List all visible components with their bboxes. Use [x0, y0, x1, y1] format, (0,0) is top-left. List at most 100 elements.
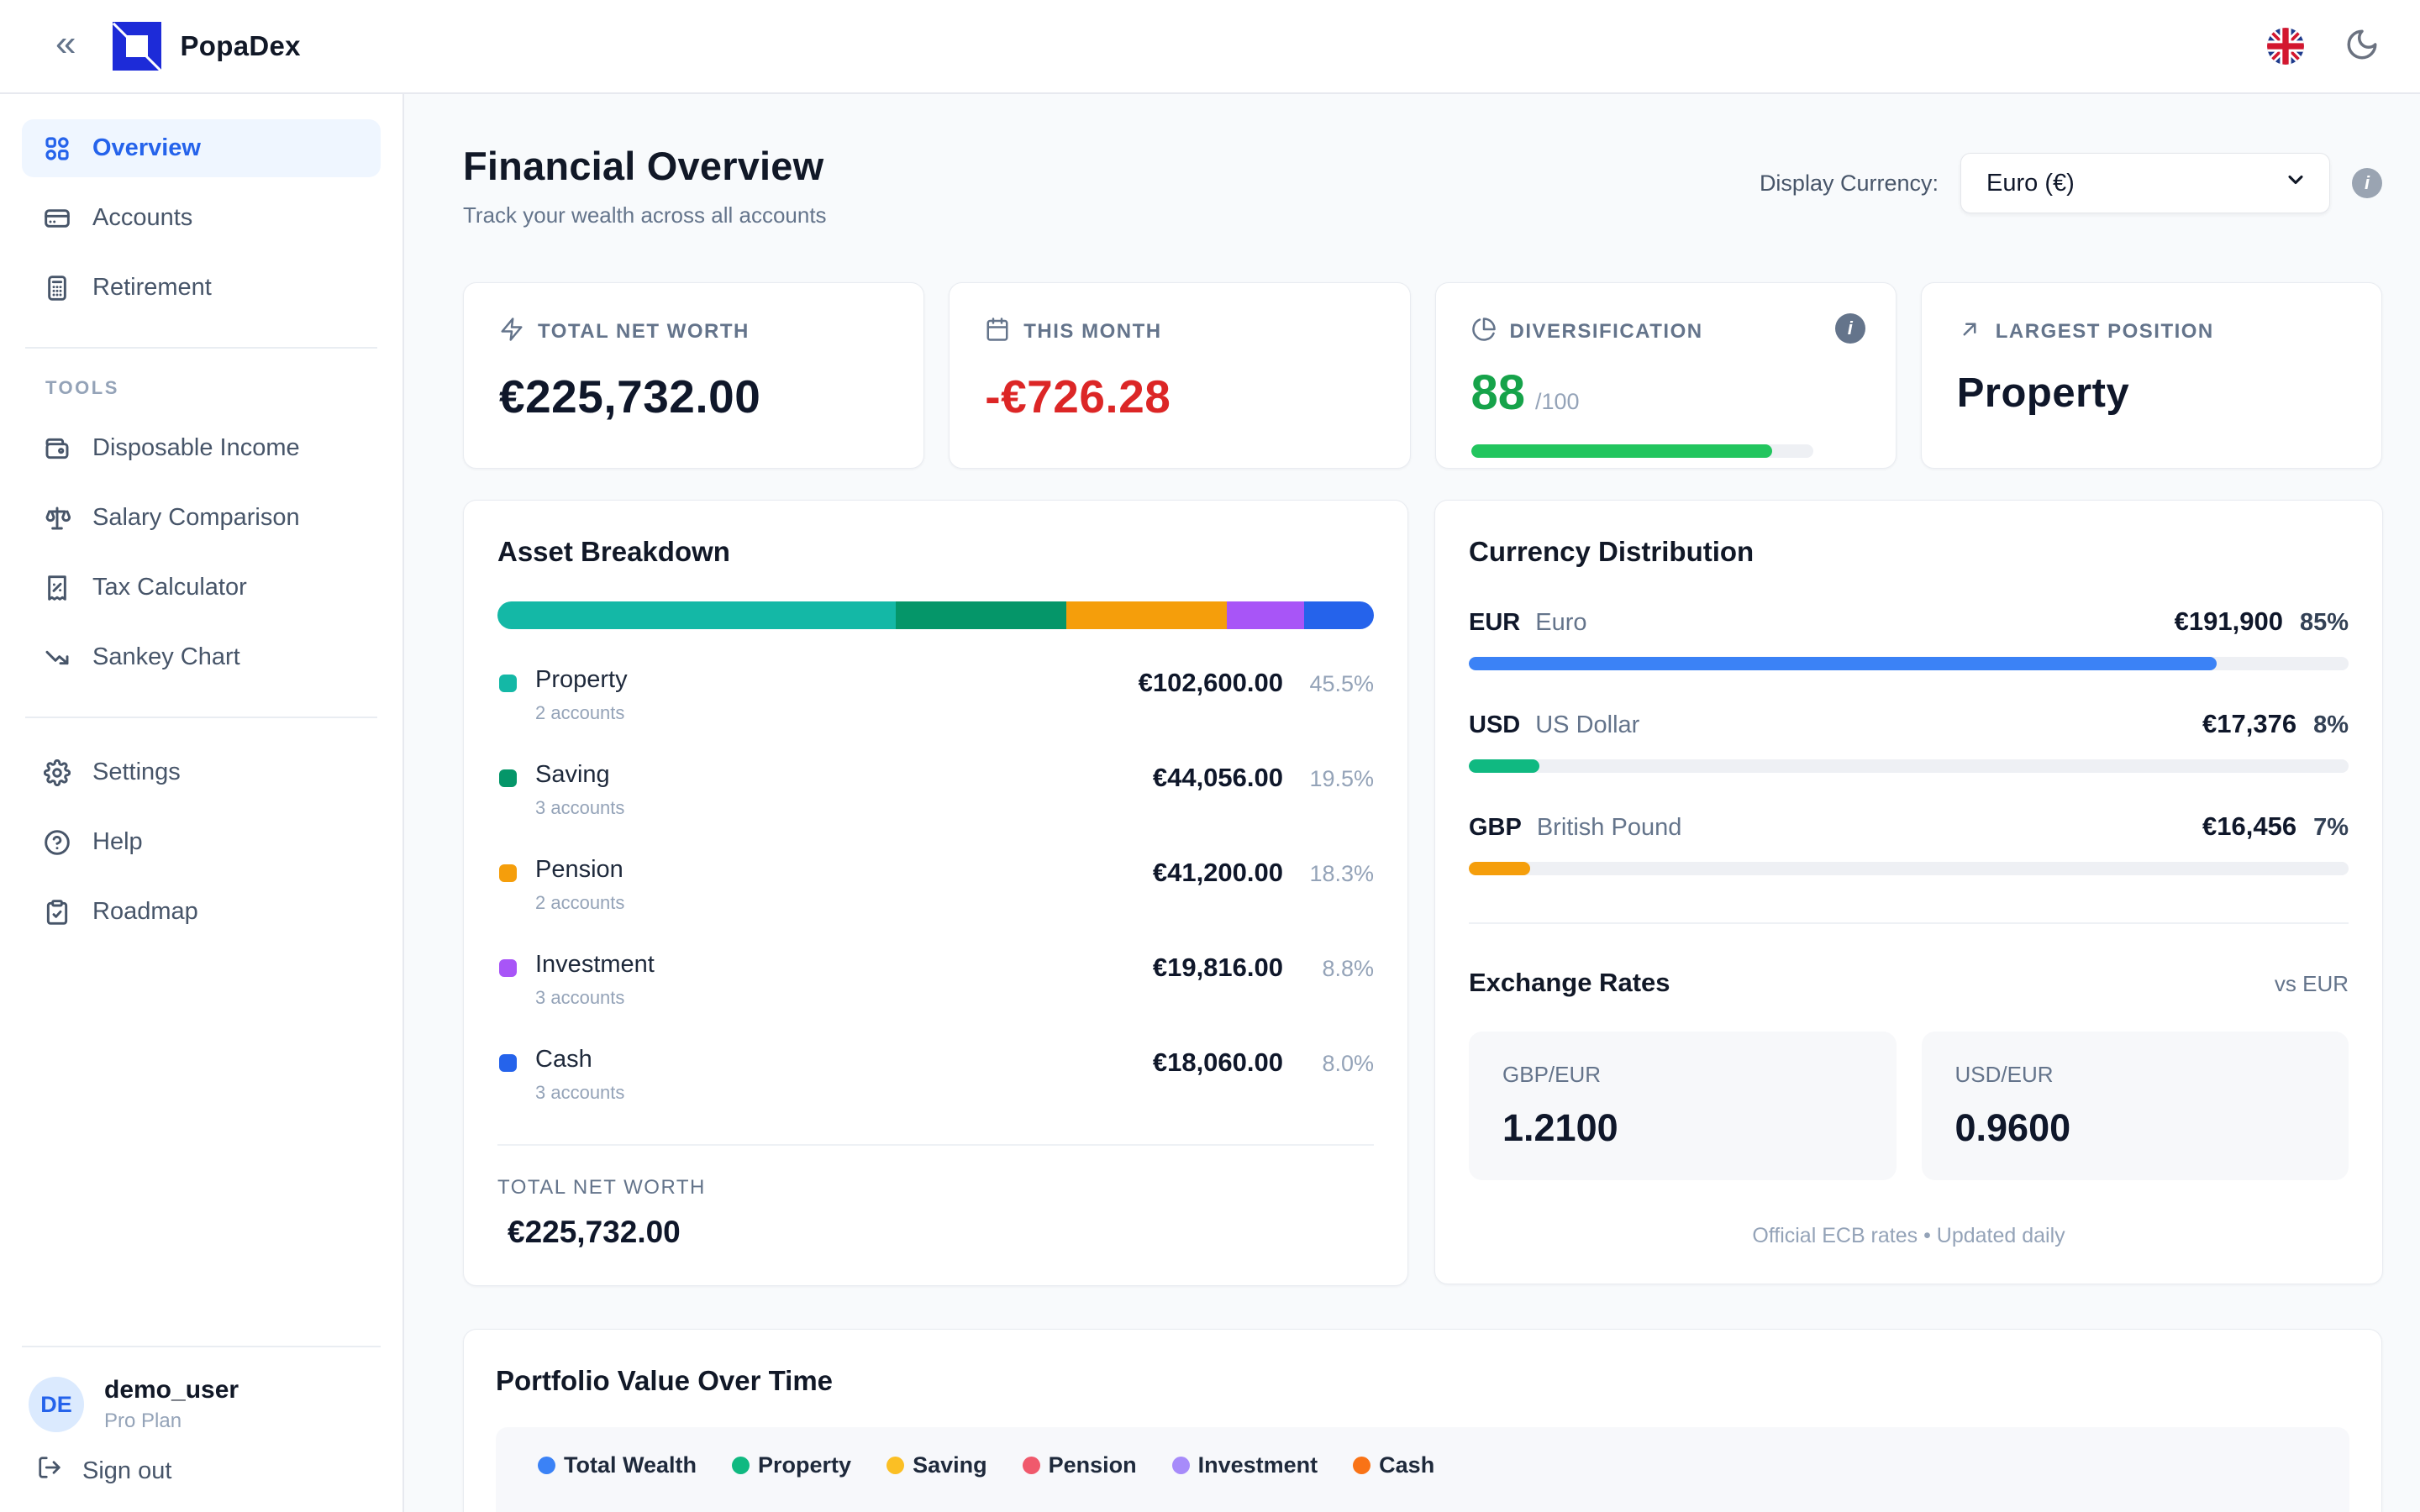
asset-bar-segment: [896, 601, 1066, 629]
currency-bar-track: [1469, 657, 2349, 670]
legend-item: Property: [732, 1452, 851, 1478]
exchange-vs-label: vs EUR: [2275, 971, 2349, 997]
app-root: « PopaDex: [0, 0, 2420, 1512]
language-flag-icon[interactable]: [2267, 28, 2304, 65]
sidebar-item-label: Retirement: [92, 274, 212, 302]
asset-breakdown-panel: Asset Breakdown Property 2 accounts €102,…: [463, 500, 1408, 1286]
legend-dot-icon: [886, 1457, 904, 1474]
asset-color-swatch: [499, 864, 517, 882]
sidebar-item-accounts[interactable]: Accounts: [22, 189, 381, 247]
dark-mode-toggle-moon-icon[interactable]: [2344, 27, 2380, 66]
currency-code: EUR: [1469, 609, 1520, 637]
legend-label: Total Wealth: [564, 1452, 697, 1478]
sidebar-item-retirement[interactable]: Retirement: [22, 259, 381, 317]
display-currency-value: Euro (€): [1986, 170, 2075, 197]
currency-info-icon[interactable]: i: [2352, 168, 2382, 198]
sidebar-item-sankey-chart[interactable]: Sankey Chart: [22, 628, 381, 686]
stat-value: -€726.28: [985, 370, 1374, 423]
user-profile[interactable]: DE demo_user Pro Plan: [29, 1376, 374, 1433]
exchange-card-gbp-eur: GBP/EUR 1.2100: [1469, 1032, 1897, 1180]
sidebar-item-settings[interactable]: Settings: [22, 743, 381, 801]
currency-row-eur: EUR Euro €191,90085%: [1469, 606, 2349, 670]
sidebar-item-label: Accounts: [92, 204, 192, 232]
sidebar-item-salary-comparison[interactable]: Salary Comparison: [22, 489, 381, 547]
asset-name: Property: [535, 666, 628, 694]
portfolio-title: Portfolio Value Over Time: [496, 1365, 2349, 1397]
sidebar-divider: [25, 717, 377, 718]
asset-name: Pension: [535, 856, 624, 884]
asset-amount: €19,816.00: [1153, 953, 1283, 983]
stat-label: LARGEST POSITION: [1996, 320, 2214, 344]
sidebar-item-help[interactable]: Help: [22, 813, 381, 871]
asset-percent: 18.3%: [1300, 861, 1374, 887]
asset-breakdown-title: Asset Breakdown: [497, 536, 1374, 568]
asset-percent: 8.0%: [1300, 1051, 1374, 1077]
currency-name: US Dollar: [1535, 711, 1639, 739]
calculator-icon: [44, 275, 71, 302]
stat-card-diversification: DIVERSIFICATION i 88 /100: [1435, 282, 1897, 469]
currency-distribution-panel: Currency Distribution EUR Euro €191,9008…: [1434, 500, 2383, 1284]
avatar: DE: [29, 1377, 84, 1432]
legend-dot-icon: [538, 1457, 555, 1474]
display-currency-label: Display Currency:: [1760, 171, 1939, 197]
sidebar-item-tax-calculator[interactable]: Tax Calculator: [22, 559, 381, 617]
chart-legend: Total WealthPropertySavingPensionInvestm…: [538, 1452, 1434, 1478]
display-currency-select[interactable]: Euro (€): [1960, 153, 2330, 213]
sign-out-button[interactable]: Sign out: [29, 1433, 374, 1487]
sign-out-label: Sign out: [82, 1457, 171, 1485]
asset-accounts: 2 accounts: [535, 892, 624, 914]
diversification-max: /100: [1535, 389, 1580, 415]
asset-accounts: 2 accounts: [535, 702, 628, 724]
sidebar-item-overview[interactable]: Overview: [22, 119, 381, 177]
currency-bar-track: [1469, 862, 2349, 875]
asset-accounts: 3 accounts: [535, 1082, 624, 1104]
diversification-info-icon[interactable]: i: [1835, 313, 1865, 344]
lightning-bolt-icon: [499, 317, 524, 346]
stats-row: TOTAL NET WORTH €225,732.00 THIS MONTH -…: [463, 282, 2382, 469]
sidebar-collapse-button[interactable]: «: [55, 25, 76, 62]
asset-name: Cash: [535, 1046, 624, 1074]
wallet-icon: [44, 435, 71, 462]
asset-row-saving: Saving3 accounts €44,056.0019.5%: [497, 761, 1374, 819]
sidebar-divider: [25, 347, 377, 349]
user-name: demo_user: [104, 1376, 239, 1404]
asset-row-cash: Cash3 accounts €18,060.008.0%: [497, 1046, 1374, 1104]
asset-percent: 8.8%: [1300, 956, 1374, 982]
sidebar-item-roadmap[interactable]: Roadmap: [22, 883, 381, 941]
currency-row-gbp: GBP British Pound €16,4567%: [1469, 811, 2349, 875]
brand-title: PopaDex: [180, 30, 300, 62]
divider: [497, 1144, 1374, 1146]
asset-accounts: 3 accounts: [535, 987, 655, 1009]
stat-card-largest-position: LARGEST POSITION Property: [1921, 282, 2382, 469]
divider: [1469, 922, 2349, 924]
pie-chart-icon: [1471, 317, 1497, 346]
currency-percent: 8%: [2313, 711, 2349, 739]
currency-code: USD: [1469, 711, 1520, 739]
sidebar-item-disposable-income[interactable]: Disposable Income: [22, 419, 381, 477]
stat-value: Property: [1957, 370, 2346, 417]
sidebar-item-label: Help: [92, 828, 143, 856]
popadex-logo-icon: [113, 22, 161, 71]
asset-amount: €102,600.00: [1139, 668, 1283, 698]
gear-icon: [44, 759, 71, 786]
exchange-rate: 1.2100: [1502, 1106, 1863, 1150]
logout-icon: [37, 1455, 62, 1487]
currency-name: British Pound: [1537, 814, 1682, 842]
help-circle-icon: [44, 829, 71, 856]
diversification-meter: [1471, 444, 1814, 458]
legend-dot-icon: [1172, 1457, 1190, 1474]
grid-icon: [44, 135, 71, 162]
asset-row-investment: Investment 3 accounts €19,816.00 8.8%: [497, 951, 1374, 1009]
legend-dot-icon: [732, 1457, 750, 1474]
currency-row-usd: USD US Dollar €17,3768%: [1469, 709, 2349, 773]
asset-name: Investment: [535, 951, 655, 979]
legend-label: Pension: [1049, 1452, 1137, 1478]
legend-dot-icon: [1353, 1457, 1370, 1474]
asset-total-value: €225,732.00: [497, 1215, 1374, 1250]
stat-card-this-month: THIS MONTH -€726.28: [949, 282, 1410, 469]
exchange-rates-title: Exchange Rates: [1469, 968, 1670, 998]
asset-color-swatch: [499, 1054, 517, 1072]
clipboard-check-icon: [44, 899, 71, 926]
sidebar-item-label: Salary Comparison: [92, 504, 300, 532]
asset-color-swatch: [499, 769, 517, 787]
